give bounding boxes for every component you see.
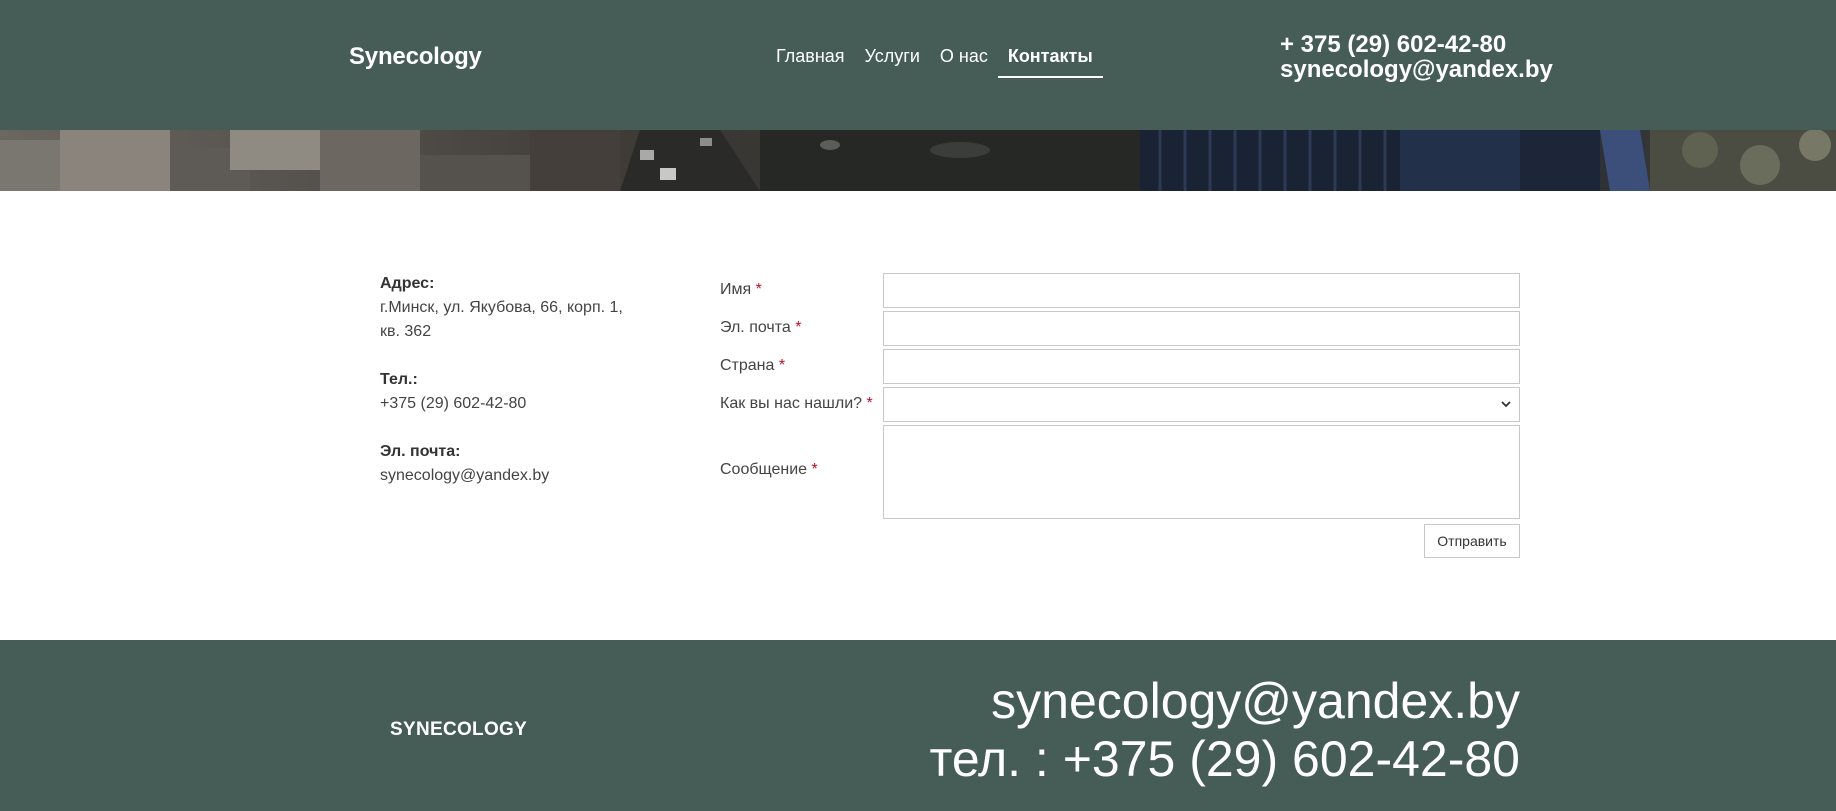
footer-logo[interactable]: SYNECOLOGY bbox=[390, 719, 527, 741]
address-line-2: кв. 362 bbox=[380, 323, 432, 340]
address-label: Адрес: bbox=[380, 275, 435, 292]
header-contacts: + 375 (29) 602-42-80 synecology@yandex.b… bbox=[1280, 32, 1553, 82]
site-header: Synecology Главная Услуги О нас Контакты… bbox=[0, 0, 1836, 130]
phone-block: Тел.: +375 (29) 602-42-80 bbox=[380, 368, 640, 416]
address-line-1: г.Минск, ул. Якубова, 66, корп. 1, bbox=[380, 299, 623, 316]
source-label: Как вы нас нашли? * bbox=[720, 395, 873, 412]
message-label: Сообщение * bbox=[720, 461, 818, 478]
email-field[interactable] bbox=[883, 311, 1520, 346]
source-select[interactable] bbox=[883, 387, 1520, 422]
main-nav: Главная Услуги О нас Контакты bbox=[766, 36, 1103, 78]
phone-label: Тел.: bbox=[380, 371, 418, 388]
name-field[interactable] bbox=[883, 273, 1520, 308]
footer-contacts: synecology@yandex.by тел. : +375 (29) 60… bbox=[929, 672, 1520, 788]
site-logo[interactable]: Synecology bbox=[349, 43, 482, 71]
country-field[interactable] bbox=[883, 349, 1520, 384]
email-field-label: Эл. почта * bbox=[720, 319, 802, 336]
country-label: Страна * bbox=[720, 357, 786, 374]
message-row: Сообщение * bbox=[720, 424, 1520, 519]
hero-city-photo bbox=[0, 130, 1836, 191]
chevron-down-icon bbox=[1501, 401, 1511, 408]
country-row: Страна * bbox=[720, 348, 1520, 384]
name-label: Имя * bbox=[720, 281, 762, 298]
name-row: Имя * bbox=[720, 272, 1520, 308]
email-label: Эл. почта: bbox=[380, 443, 461, 460]
nav-item-about[interactable]: О нас bbox=[930, 36, 998, 78]
email-value[interactable]: synecology@yandex.by bbox=[380, 464, 640, 488]
site-footer: SYNECOLOGY synecology@yandex.by тел. : +… bbox=[0, 640, 1836, 811]
footer-email[interactable]: synecology@yandex.by bbox=[929, 672, 1520, 730]
header-phone[interactable]: + 375 (29) 602-42-80 bbox=[1280, 32, 1553, 57]
email-block: Эл. почта: synecology@yandex.by bbox=[380, 440, 640, 488]
message-field[interactable] bbox=[883, 425, 1520, 519]
city-aerial-image bbox=[0, 130, 1836, 191]
nav-item-contacts[interactable]: Контакты bbox=[997, 36, 1103, 78]
footer-phone[interactable]: тел. : +375 (29) 602-42-80 bbox=[929, 730, 1520, 788]
source-row: Как вы нас нашли? * bbox=[720, 386, 1520, 422]
address-block: Адрес: г.Минск, ул. Якубова, 66, корп. 1… bbox=[380, 272, 640, 344]
nav-item-services[interactable]: Услуги bbox=[855, 36, 930, 78]
submit-button[interactable]: Отправить bbox=[1424, 524, 1520, 558]
contact-info: Адрес: г.Минск, ул. Якубова, 66, корп. 1… bbox=[380, 272, 640, 512]
nav-item-home[interactable]: Главная bbox=[766, 36, 855, 78]
email-row: Эл. почта * bbox=[720, 310, 1520, 346]
phone-value[interactable]: +375 (29) 602-42-80 bbox=[380, 392, 640, 416]
header-email[interactable]: synecology@yandex.by bbox=[1280, 57, 1553, 82]
